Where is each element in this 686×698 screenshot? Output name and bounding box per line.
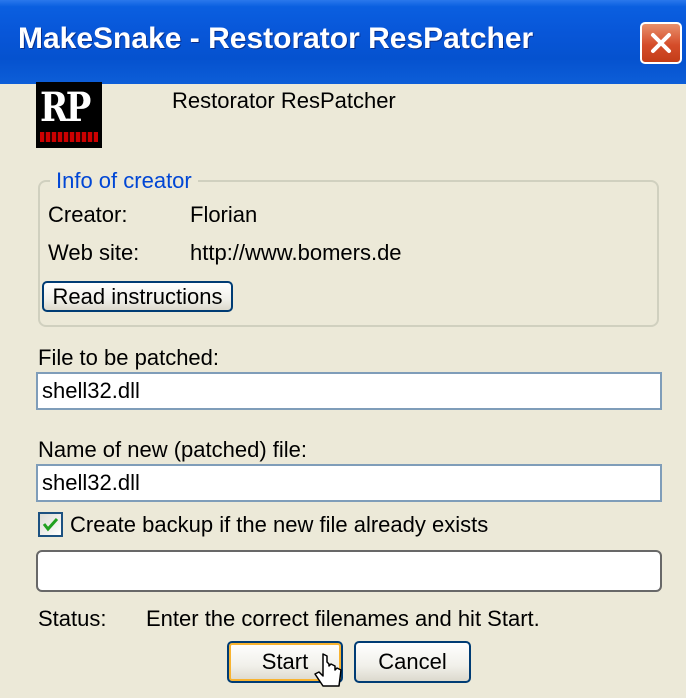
dialog-window: MakeSnake - Restorator ResPatcher RP Res… [0,0,686,697]
mouse-cursor-icon [314,653,342,687]
progress-bar [36,550,662,592]
close-button[interactable] [640,22,682,64]
backup-checkbox[interactable] [38,512,63,537]
checkmark-icon [42,517,59,532]
status-label: Status: [38,606,107,631]
creator-value: Florian [190,202,258,227]
logo-text: RP [40,84,91,131]
file-to-patch-input[interactable]: shell32.dll [36,372,662,410]
close-icon [651,33,671,53]
creator-info-legend: Info of creator [50,168,198,194]
file-to-patch-label: File to be patched: [38,345,220,370]
read-instructions-button[interactable]: Read instructions [42,281,233,312]
status-text: Enter the correct filenames and hit Star… [146,606,540,631]
window-title: MakeSnake - Restorator ResPatcher [18,22,534,55]
title-bar[interactable]: MakeSnake - Restorator ResPatcher [0,0,686,84]
app-logo: RP [36,82,102,148]
new-file-input[interactable]: shell32.dll [36,464,662,502]
app-name-label: Restorator ResPatcher [172,88,396,113]
website-value: http://www.bomers.de [190,240,402,265]
backup-checkbox-label[interactable]: Create backup if the new file already ex… [70,512,488,538]
logo-stripe [40,132,98,142]
new-file-label: Name of new (patched) file: [38,437,308,462]
cancel-button[interactable]: Cancel [354,641,471,683]
website-label: Web site: [48,240,140,265]
creator-label: Creator: [48,202,128,227]
